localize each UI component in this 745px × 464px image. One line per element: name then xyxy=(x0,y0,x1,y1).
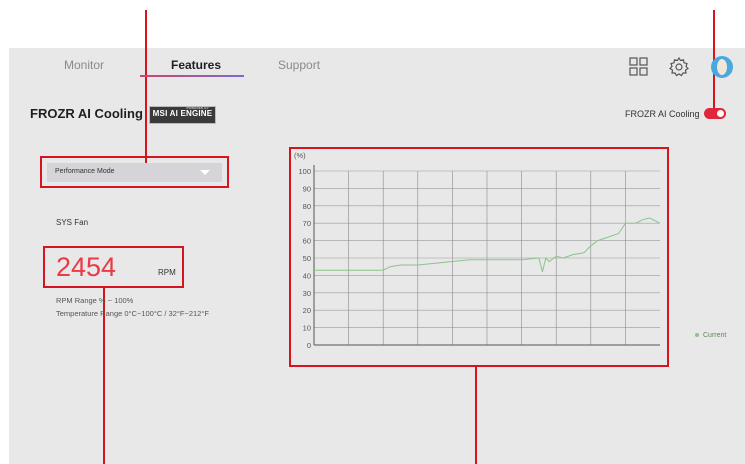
annotation-line-mode xyxy=(145,10,147,164)
y-tick-label: 50 xyxy=(303,254,311,263)
y-tick-label: 100 xyxy=(298,167,311,176)
chart-legend: Current xyxy=(695,332,726,339)
fan-name: SYS Fan xyxy=(56,218,89,227)
rpm-range: RPM Range % ~ 100% xyxy=(56,296,134,305)
active-tab-indicator xyxy=(140,75,244,77)
y-tick-label: 90 xyxy=(303,184,311,193)
tab-monitor[interactable]: Monitor xyxy=(64,58,104,72)
fan-speed-chart: 1009080706050403020100(%) xyxy=(289,147,669,367)
ai-cooling-toggle[interactable] xyxy=(704,108,726,119)
annotation-box-chart xyxy=(289,147,669,367)
avatar[interactable] xyxy=(710,55,733,78)
msi-ai-engine-badge: POWERED BY MSI AI ENGINE xyxy=(149,106,216,124)
y-tick-label: 60 xyxy=(303,237,311,246)
tab-features[interactable]: Features xyxy=(171,58,221,72)
y-tick-label: 10 xyxy=(303,324,311,333)
gear-icon[interactable] xyxy=(668,56,690,78)
page-title: FROZR AI Cooling xyxy=(30,106,143,121)
y-tick-label: 0 xyxy=(307,341,311,350)
badge-powered-by: POWERED BY xyxy=(186,106,209,110)
grid-icon[interactable] xyxy=(628,56,650,78)
legend-label: Current xyxy=(703,332,727,339)
y-axis-unit: (%) xyxy=(294,151,306,160)
performance-mode-dropdown[interactable]: Performance Mode xyxy=(47,163,222,182)
toggle-knob xyxy=(717,110,724,117)
chevron-down-icon xyxy=(200,170,210,175)
y-tick-label: 70 xyxy=(303,219,311,228)
y-tick-label: 20 xyxy=(303,306,311,315)
temperature-range: Temperature Range 0°C~100°C / 32°F~212°F xyxy=(56,309,209,318)
y-tick-label: 40 xyxy=(303,271,311,280)
rpm-unit: RPM xyxy=(158,268,176,277)
legend-dot xyxy=(695,333,699,338)
dropdown-value: Performance Mode xyxy=(55,168,115,175)
y-tick-label: 30 xyxy=(303,289,311,298)
annotation-line-chart xyxy=(475,365,477,464)
rpm-value: 2454 xyxy=(56,252,117,282)
y-tick-label: 80 xyxy=(303,202,311,211)
ai-cooling-toggle-label: FROZR AI Cooling xyxy=(625,109,700,119)
tab-support[interactable]: Support xyxy=(278,58,320,72)
